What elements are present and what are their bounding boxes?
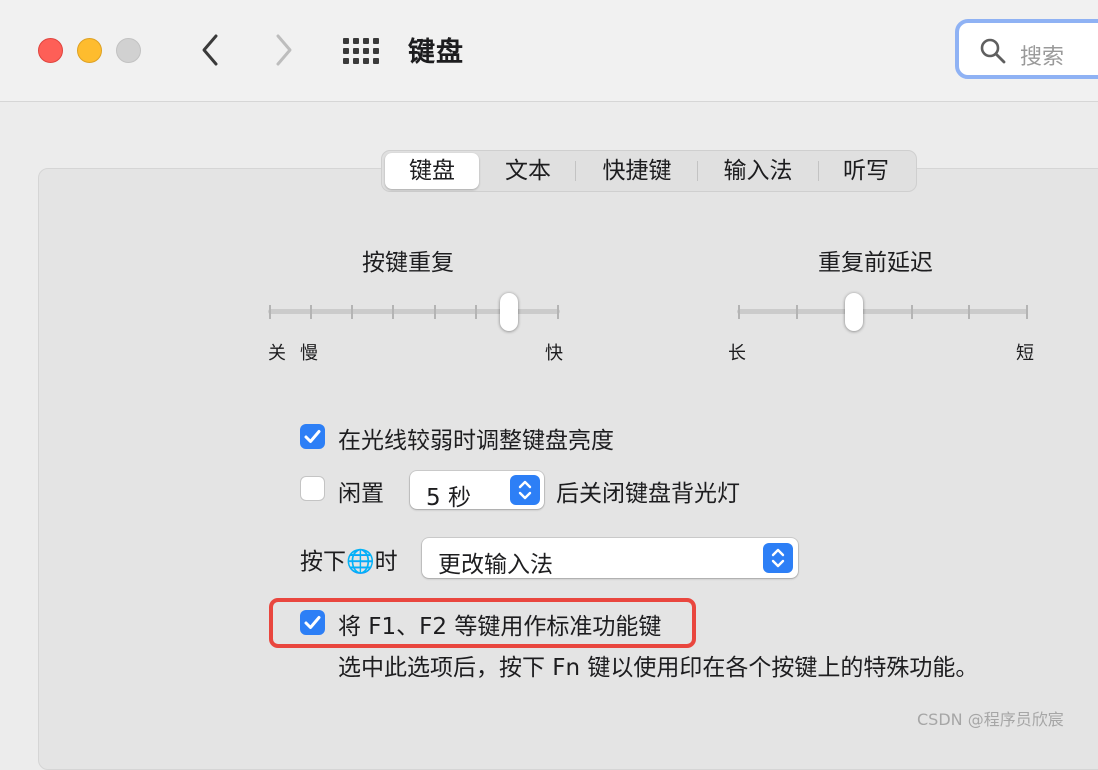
zoom-button[interactable] [116, 38, 141, 63]
repeat-delay-slider-knob[interactable] [845, 293, 864, 331]
slider-tick [968, 305, 971, 319]
tab-separator [818, 161, 819, 181]
popup-stepper [510, 475, 540, 505]
standard-function-keys-description: 选中此选项后，按下 Fn 键以使用印在各个按键上的特殊功能。 [338, 655, 979, 681]
idle-backlight-checkbox[interactable] [300, 476, 325, 501]
search-icon [980, 38, 1006, 64]
idle-label: 闲置 [338, 481, 384, 507]
back-chevron-icon[interactable] [196, 32, 226, 68]
slider-tick [557, 305, 559, 319]
tab-separator [697, 161, 698, 181]
updown-chevron-icon [771, 548, 785, 568]
repeat-delay-label-short: 短 [1016, 343, 1034, 364]
slider-tick [433, 305, 436, 319]
updown-chevron-icon [518, 480, 532, 500]
tab-text[interactable]: 文本 [482, 153, 574, 189]
window-title: 键盘 [408, 37, 464, 68]
show-all-grid-icon[interactable] [343, 38, 379, 64]
repeat-delay-title: 重复前延迟 [818, 250, 933, 276]
globe-key-label: 按下🌐时 [300, 549, 398, 575]
repeat-delay-track[interactable] [737, 309, 1028, 314]
idle-duration-value: 5 秒 [426, 485, 471, 511]
globe-key-action-popup[interactable]: 更改输入法 [422, 538, 798, 578]
tab-dictation[interactable]: 听写 [822, 153, 910, 189]
key-repeat-label-slow: 慢 [300, 343, 318, 364]
repeat-delay-label-long: 长 [728, 343, 746, 364]
close-button[interactable] [38, 38, 63, 63]
tab-keyboard[interactable]: 键盘 [385, 153, 479, 189]
search-placeholder: 搜索 [1020, 45, 1065, 70]
idle-duration-popup[interactable]: 5 秒 [410, 471, 544, 511]
slider-tick [738, 305, 740, 319]
idle-backlight-suffix-label: 后关闭键盘背光灯 [556, 481, 740, 507]
key-repeat-title: 按键重复 [362, 250, 454, 276]
popup-stepper [763, 543, 793, 573]
tab-input-sources[interactable]: 输入法 [700, 153, 816, 189]
slider-tick [795, 305, 798, 319]
key-repeat-slider-knob[interactable] [500, 293, 519, 331]
slider-tick [910, 305, 913, 319]
key-repeat-label-fast: 快 [545, 343, 563, 364]
adjust-brightness-label: 在光线较弱时调整键盘亮度 [338, 428, 614, 454]
title-bar: 键盘 搜索 [0, 0, 1098, 102]
tab-separator [575, 161, 576, 181]
standard-function-keys-checkbox[interactable] [300, 610, 325, 635]
key-repeat-label-off: 关 [268, 343, 286, 364]
checkmark-icon [304, 430, 321, 443]
globe-key-action-value: 更改输入法 [438, 552, 553, 578]
slider-tick [474, 305, 477, 319]
slider-tick [351, 305, 354, 319]
watermark: CSDN @程序员欣宸 [917, 710, 1064, 729]
slider-tick [392, 305, 395, 319]
search-field[interactable]: 搜索 [955, 19, 1098, 79]
forward-chevron-icon[interactable] [268, 32, 298, 68]
slider-tick [310, 305, 313, 319]
tab-shortcuts[interactable]: 快捷键 [579, 153, 695, 189]
slider-tick [1026, 305, 1028, 319]
adjust-brightness-checkbox[interactable] [300, 424, 325, 449]
checkmark-icon [304, 616, 321, 629]
minimize-button[interactable] [77, 38, 102, 63]
slider-tick [269, 305, 271, 319]
standard-function-keys-label: 将 F1、F2 等键用作标准功能键 [338, 614, 662, 640]
tab-bar: 键盘 文本 快捷键 输入法 听写 [381, 150, 917, 192]
